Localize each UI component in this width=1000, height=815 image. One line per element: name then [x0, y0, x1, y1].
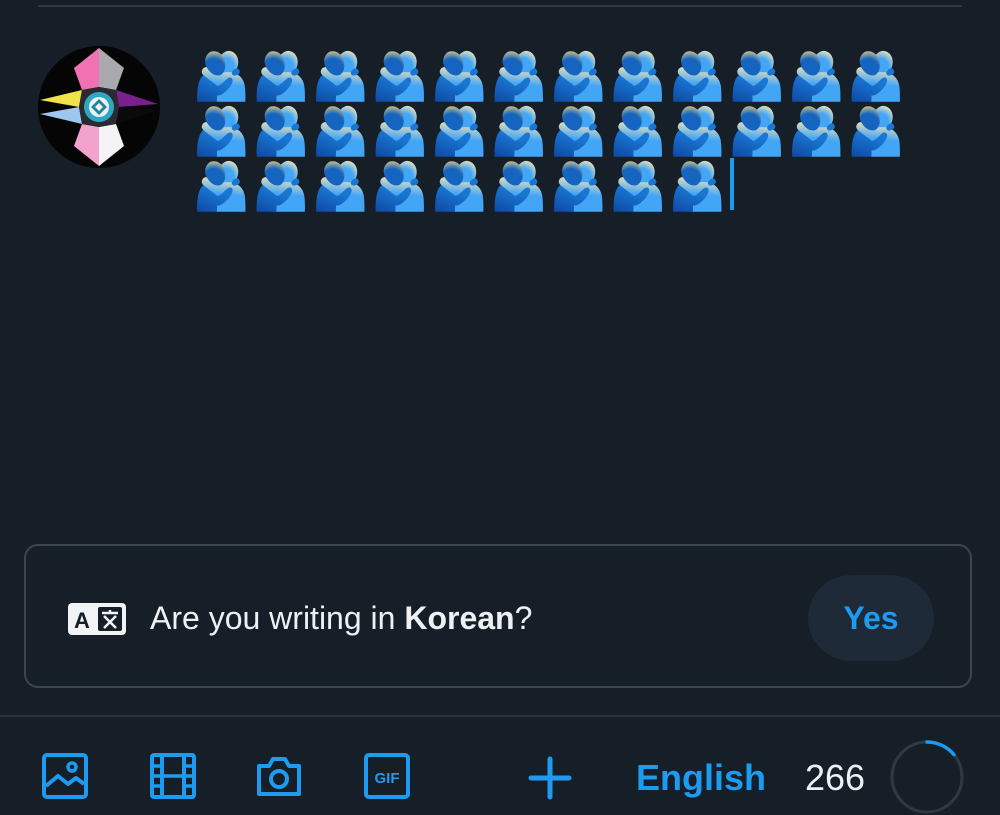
video-icon[interactable] [149, 752, 197, 800]
detected-language: Korean [404, 600, 515, 636]
toolbar-divider [0, 715, 1000, 717]
plus-icon[interactable] [528, 756, 572, 800]
language-prompt-text: Are you writing in Korean? [150, 598, 532, 638]
post-language-selector[interactable]: English [636, 756, 766, 800]
image-icon[interactable] [41, 752, 89, 800]
svg-text:GIF: GIF [375, 770, 400, 787]
language-suggestion-card: A Are you writing in Korean? Yes [24, 544, 972, 688]
text-caret [729, 158, 734, 210]
character-progress-ring [890, 740, 964, 814]
ghost-shell-logo-icon [38, 46, 160, 168]
top-divider [38, 5, 962, 7]
compose-textarea[interactable]: 🫂🫂🫂🫂🫂🫂🫂🫂🫂🫂🫂🫂🫂🫂🫂🫂🫂🫂🫂🫂🫂🫂🫂🫂🫂🫂🫂🫂🫂🫂🫂🫂🫂 [192, 48, 962, 213]
camera-icon[interactable] [255, 752, 303, 800]
compose-text-content: 🫂🫂🫂🫂🫂🫂🫂🫂🫂🫂🫂🫂🫂🫂🫂🫂🫂🫂🫂🫂🫂🫂🫂🫂🫂🫂🫂🫂🫂🫂🫂🫂🫂 [192, 49, 907, 212]
yes-button[interactable]: Yes [808, 575, 934, 661]
character-progress-arc [925, 740, 956, 757]
language-prompt-prefix: Are you writing in [150, 600, 405, 636]
translate-icon: A [68, 603, 126, 635]
language-prompt-suffix: ? [514, 600, 533, 636]
character-count: 266 [805, 757, 866, 798]
svg-text:A: A [74, 608, 90, 633]
user-avatar[interactable] [38, 46, 160, 168]
gif-icon[interactable]: GIF [363, 752, 411, 800]
